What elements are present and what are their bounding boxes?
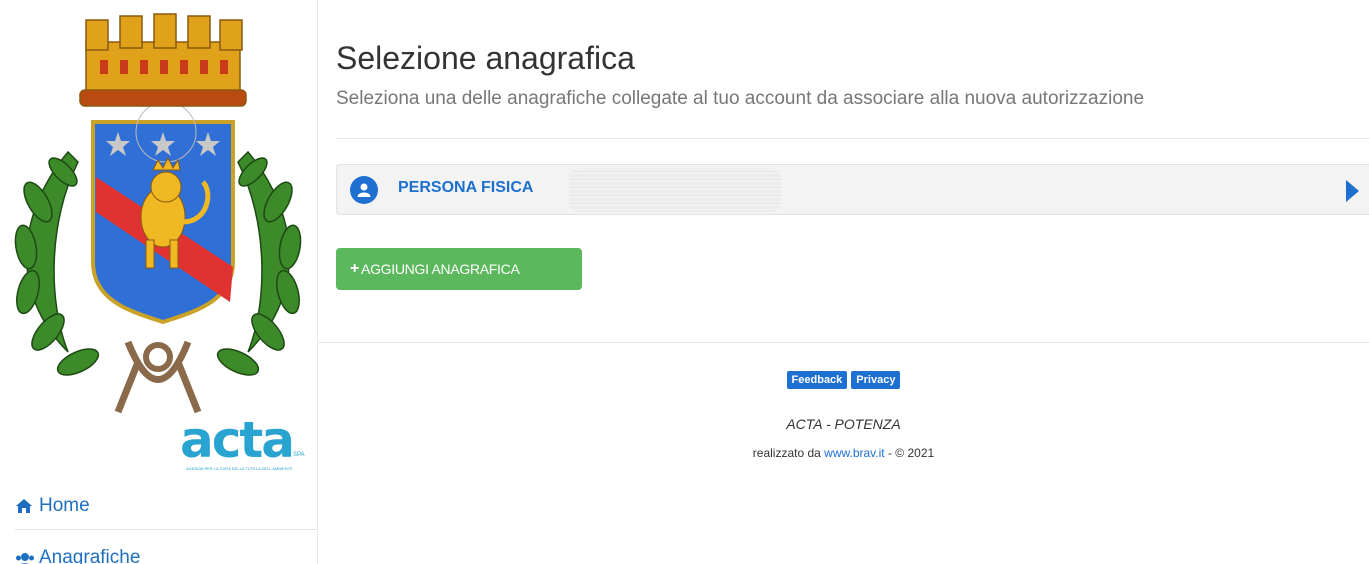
footer-badges: Feedback Privacy <box>318 371 1369 389</box>
add-anagrafica-button[interactable]: + AGGIUNGI ANAGRAFICA <box>336 248 582 290</box>
credit-prefix: realizzato da <box>752 446 825 460</box>
acta-logo-tagline: AGENZIA PER LA CURA DELLA TUTELA DELL'AM… <box>186 466 293 471</box>
acta-logo: acta SPA AGENZIA PER LA CURA DELLA TUTEL… <box>180 411 310 476</box>
acta-logo-suffix: SPA <box>293 452 305 458</box>
privacy-link[interactable]: Privacy <box>851 371 901 389</box>
footer-credit: realizzato da www.brav.it - © 2021 <box>318 446 1369 460</box>
page-title: Selezione anagrafica <box>336 40 635 76</box>
user-icon <box>350 176 378 204</box>
coat-of-arms-logo <box>14 13 302 414</box>
sidebar-item-label: Home <box>39 495 90 516</box>
anagrafica-entry[interactable]: PERSONA FISICA <box>336 164 1369 215</box>
home-icon <box>15 497 35 515</box>
anagrafica-type-label: PERSONA FISICA <box>398 179 534 196</box>
sidebar-item-anagrafiche[interactable]: Anagrafiche <box>15 529 317 564</box>
sidebar-item-home[interactable]: Home <box>15 483 317 529</box>
sidebar-item-label: Anagrafiche <box>39 547 141 564</box>
feedback-link[interactable]: Feedback <box>786 371 848 389</box>
credit-suffix: - © 2021 <box>884 446 935 460</box>
plus-icon: + <box>350 260 360 277</box>
divider <box>336 138 1369 139</box>
footer: Feedback Privacy ACTA - POTENZA realizza… <box>318 371 1369 460</box>
redacted-name <box>569 168 781 212</box>
page-subtitle: Seleziona una delle anagrafiche collegat… <box>336 88 1145 109</box>
sidebar-nav: Home Anagrafiche <box>15 483 317 564</box>
footer-divider <box>318 342 1369 343</box>
acta-logo-text: acta <box>180 411 295 469</box>
footer-org: ACTA - POTENZA <box>786 416 901 432</box>
page: acta SPA AGENZIA PER LA CURA DELLA TUTEL… <box>0 0 1369 564</box>
sidebar: acta SPA AGENZIA PER LA CURA DELLA TUTEL… <box>0 0 318 564</box>
chevron-right-icon[interactable] <box>1346 180 1359 202</box>
add-anagrafica-label: AGGIUNGI ANAGRAFICA <box>361 261 520 277</box>
brav-link[interactable]: www.brav.it <box>824 446 884 460</box>
users-icon <box>15 551 35 564</box>
